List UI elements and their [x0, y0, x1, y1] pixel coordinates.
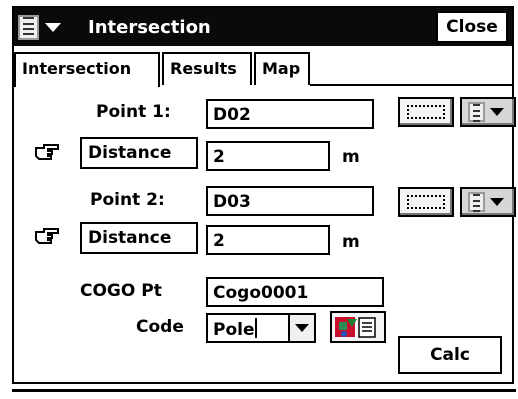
calc-button[interactable]: Calc [398, 336, 502, 374]
point-list-icon [468, 192, 485, 212]
point2-map-pick-button[interactable] [398, 187, 454, 217]
pointing-hand-icon [35, 228, 59, 244]
chevron-down-icon[interactable] [288, 315, 314, 341]
tab-divider [310, 84, 512, 86]
code-library-icon [335, 317, 376, 338]
cogo-point-input[interactable]: Cogo0001 [206, 277, 384, 307]
point-list-icon [468, 102, 485, 122]
code-select-value: Pole [213, 320, 255, 340]
document-list-icon [18, 14, 39, 40]
tab-map[interactable]: Map [254, 52, 310, 85]
title-bar: Intersection Close [14, 8, 512, 46]
point1-label: Point 1: [96, 102, 171, 122]
code-label: Code [136, 317, 184, 337]
pointing-hand-icon [35, 144, 59, 160]
point1-unit: m [342, 147, 360, 167]
chevron-down-icon [45, 22, 61, 32]
chevron-down-icon [490, 108, 504, 116]
point2-label: Point 2: [90, 190, 165, 210]
point2-list-button[interactable] [460, 187, 516, 217]
point2-unit: m [342, 232, 360, 252]
point2-distance-input[interactable]: 2 [206, 225, 330, 255]
point2-method-button[interactable]: Distance [80, 222, 198, 254]
point1-distance-input[interactable]: 2 [206, 141, 330, 171]
map-pick-icon [407, 195, 445, 209]
tab-intersection[interactable]: Intersection [14, 52, 160, 87]
window-title: Intersection [88, 17, 211, 38]
map-pick-icon [407, 105, 445, 119]
code-library-button[interactable] [330, 311, 386, 343]
point1-method-button[interactable]: Distance [80, 137, 198, 169]
code-select[interactable]: Pole [206, 313, 316, 343]
cogo-point-label: COGO Pt [80, 281, 162, 301]
point1-input[interactable]: D02 [206, 99, 374, 129]
point2-input[interactable]: D03 [206, 186, 374, 216]
point1-list-button[interactable] [460, 97, 516, 127]
close-button[interactable]: Close [436, 11, 508, 43]
point1-map-pick-button[interactable] [398, 97, 454, 127]
tab-results[interactable]: Results [162, 52, 252, 85]
text-cursor [254, 318, 257, 338]
chevron-down-icon [490, 198, 504, 206]
bottom-divider [12, 389, 516, 392]
window-menu-button[interactable] [18, 12, 82, 42]
